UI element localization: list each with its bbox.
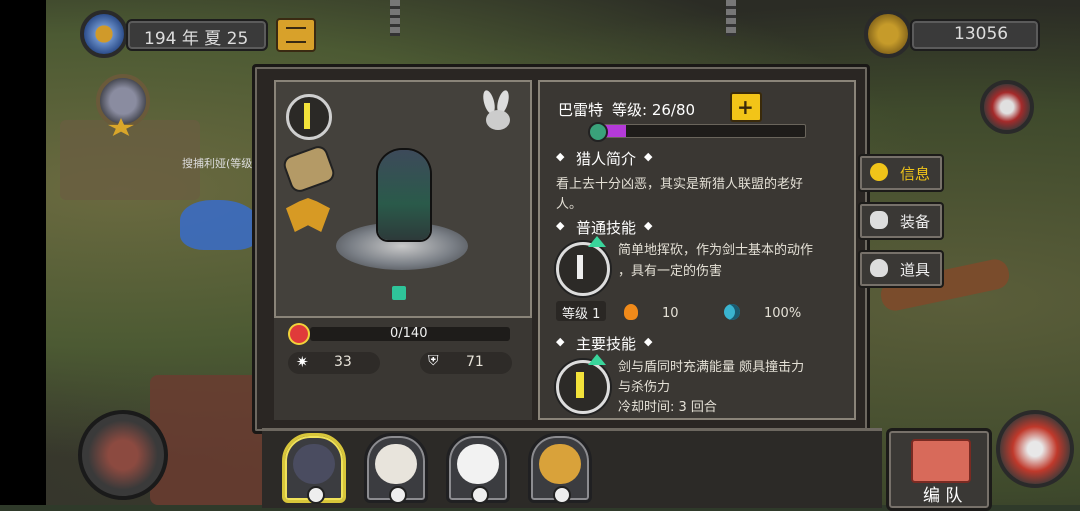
- gold-panel: 13056: [910, 19, 1040, 51]
- gold-amount: 13056: [954, 24, 1009, 44]
- leopard-class-badge-icon: [553, 486, 571, 504]
- hit-rate-icon: [724, 304, 740, 320]
- equipment-icon: [870, 211, 888, 229]
- eagle-portrait: [375, 444, 417, 484]
- bear-class-badge-icon: [471, 486, 489, 504]
- rabbit-ear-add-icon[interactable]: [480, 89, 516, 132]
- tab-info-label: 信息: [900, 165, 931, 183]
- class-sword-icon[interactable]: [286, 94, 332, 140]
- main-skill-title: 主要技能: [576, 335, 637, 353]
- calendar-button[interactable]: [276, 18, 316, 52]
- tab-info[interactable]: 信息: [858, 154, 944, 192]
- normal-skill-text-line1: 简单地挥砍，作为剑士基本的动作: [618, 243, 814, 258]
- main-skill-cooldown: 冷却时间: 3 回合: [618, 400, 717, 415]
- hero-name: 巴雷特: [558, 101, 604, 119]
- normal-skill-bullet: ◆: [556, 219, 565, 232]
- left-edge: [0, 0, 46, 505]
- main-skill-bullet: ◆: [556, 335, 565, 348]
- town-button[interactable]: [78, 410, 168, 500]
- skill-power-value: 10: [662, 306, 679, 321]
- main-skill-text-line1: 剑与盾同时充满能量 颇具撞击力: [618, 360, 805, 375]
- intro-title-bullet-right: ◆: [644, 150, 653, 163]
- tab-equipment[interactable]: 装备: [858, 202, 944, 240]
- leopard-portrait: [539, 444, 581, 484]
- intro-text-line2: 人。: [556, 197, 583, 212]
- hunter-class-badge-icon: [307, 486, 325, 504]
- hp-value: 0/140: [390, 326, 428, 341]
- season-emblem[interactable]: [80, 10, 128, 58]
- tab-items-label: 道具: [900, 261, 931, 279]
- team-button[interactable]: 编 队: [886, 428, 992, 511]
- skill-upgrade-arrow-icon: [588, 236, 606, 247]
- main-skill-text-line2: 与杀伤力: [618, 380, 671, 395]
- bear-portrait: [457, 444, 499, 484]
- team-button-label: 编 队: [923, 486, 963, 506]
- calendar-icon: [286, 27, 306, 43]
- map-building-left: [60, 120, 200, 200]
- enemy-avatar[interactable]: [96, 74, 150, 128]
- skill-level-badge: 等级 1: [556, 301, 606, 322]
- main-skill-upgrade-arrow-icon: [588, 354, 606, 365]
- hunter-portrait: [293, 444, 335, 484]
- main-skill-bullet-right: ◆: [644, 335, 653, 348]
- exp-bar: [596, 124, 806, 138]
- defense-stat: ⛨ 71: [420, 352, 512, 374]
- heart-icon: [290, 325, 308, 343]
- roster-slot-eagle[interactable]: [364, 433, 428, 504]
- normal-skill-bullet-right: ◆: [644, 219, 653, 232]
- intro-title-bullet: ◆: [556, 150, 565, 163]
- info-icon: [870, 163, 888, 181]
- date-text: 194 年 夏 25: [144, 29, 249, 49]
- roster-slot-bear[interactable]: [446, 433, 510, 504]
- eagle-class-badge-icon: [389, 486, 407, 504]
- hero-figure: [378, 150, 430, 240]
- exp-rank-icon: [588, 122, 608, 142]
- shield-icon: ⛨: [428, 353, 439, 369]
- chain-left: [390, 0, 400, 36]
- gold-coin-icon: [864, 10, 912, 58]
- team-icon: [911, 439, 971, 483]
- level-up-button[interactable]: +: [730, 92, 762, 122]
- normal-skill-title: 普通技能: [576, 219, 637, 237]
- intro-title: 猎人简介: [576, 150, 637, 168]
- normal-skill-text-line2: ，具有一定的伤害: [618, 264, 723, 279]
- intro-text-line1: 看上去十分凶恶，其实是新猎人联盟的老好: [556, 177, 804, 192]
- hero-level: 等级: 26/80: [612, 101, 696, 119]
- tab-items[interactable]: 道具: [858, 250, 944, 288]
- skill-level-text: 等级 1: [562, 307, 601, 322]
- attack-icon: ✷: [296, 353, 309, 371]
- boss-emblem[interactable]: [980, 80, 1034, 134]
- roster-slot-hunter[interactable]: [282, 433, 346, 504]
- attack-value: 33: [334, 354, 352, 370]
- fire-icon: [624, 304, 638, 320]
- item-bag-icon: [870, 259, 888, 277]
- map-creature: [180, 200, 260, 250]
- hero-small-badge-icon: [392, 286, 406, 300]
- battle-emblem[interactable]: [996, 410, 1074, 488]
- skill-rate-value: 100%: [764, 306, 802, 321]
- chain-right: [726, 0, 736, 36]
- plus-icon: +: [737, 95, 754, 119]
- roster-slot-leopard[interactable]: [528, 433, 592, 504]
- tab-equipment-label: 装备: [900, 213, 931, 231]
- attack-stat: ✷ 33: [288, 352, 380, 374]
- defense-value: 71: [466, 354, 484, 370]
- main-skill-icon[interactable]: [556, 360, 610, 414]
- date-panel: 194 年 夏 25: [126, 19, 268, 51]
- normal-skill-icon[interactable]: [556, 242, 610, 296]
